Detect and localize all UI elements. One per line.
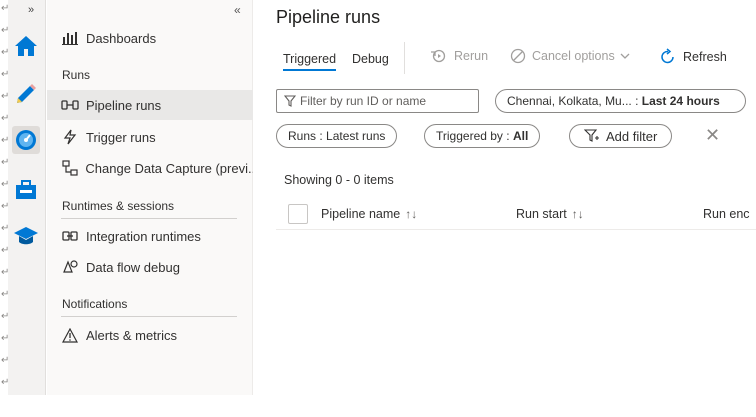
triggered-by-filter-pill[interactable]: Triggered by : All xyxy=(424,124,541,148)
manage-toolbox-icon[interactable] xyxy=(12,176,40,204)
refresh-button[interactable]: Refresh xyxy=(659,48,727,66)
learning-hat-icon[interactable] xyxy=(12,222,40,250)
section-runs: Runs xyxy=(62,68,91,82)
monitor-gauge-icon[interactable] xyxy=(12,126,40,154)
toolbar-separator xyxy=(404,42,405,74)
cancel-options-label: Cancel options xyxy=(532,49,615,63)
expand-rail-icon[interactable]: » xyxy=(28,4,34,16)
tab-debug[interactable]: Debug xyxy=(352,52,389,66)
tab-triggered[interactable]: Triggered xyxy=(283,52,337,71)
sort-arrows-icon: ↑↓ xyxy=(571,207,584,221)
time-filter-pill[interactable]: Chennai, Kolkata, Mu... : Last 24 hours xyxy=(495,89,746,113)
nav-item-dashboards[interactable]: Dashboards xyxy=(47,23,253,53)
add-filter-button[interactable]: Add filter xyxy=(569,124,673,148)
nav-label: Integration runtimes xyxy=(86,228,201,244)
chevron-down-icon xyxy=(620,53,630,60)
collapse-nav-icon[interactable]: « xyxy=(234,3,241,17)
dashboard-bars-icon xyxy=(61,29,79,47)
triggered-by-value: All xyxy=(512,129,529,143)
nav-label: Alerts & metrics xyxy=(86,327,178,343)
home-icon[interactable] xyxy=(12,32,40,60)
add-filter-icon xyxy=(584,129,600,143)
rerun-icon xyxy=(430,48,448,64)
nav-item-alerts-metrics[interactable]: Alerts & metrics xyxy=(47,320,253,350)
rerun-label: Rerun xyxy=(454,49,489,63)
sort-arrows-icon: ↑↓ xyxy=(405,207,418,221)
nav-item-data-flow-debug[interactable]: Data flow debug xyxy=(47,252,253,282)
page-title: Pipeline runs xyxy=(276,7,381,27)
triggered-by-prefix: Triggered by : xyxy=(436,129,510,143)
nav-divider xyxy=(61,316,237,317)
column-label: Pipeline name xyxy=(321,207,401,221)
filter-run-input[interactable] xyxy=(300,94,470,108)
left-nav: « Dashboards Runs Pipeline runs Trigger … xyxy=(47,0,253,395)
column-run-start[interactable]: Run start ↑↓ xyxy=(516,207,584,221)
integration-runtime-icon xyxy=(61,227,79,245)
column-pipeline-name[interactable]: Pipeline name ↑↓ xyxy=(321,207,417,221)
trigger-lightning-icon xyxy=(61,128,79,146)
section-runtimes: Runtimes & sessions xyxy=(62,199,175,213)
time-filter-prefix: Chennai, Kolkata, Mu... : xyxy=(507,94,639,108)
column-label: Run start xyxy=(516,207,567,221)
column-label: Run enc xyxy=(703,207,750,221)
rerun-button[interactable]: Rerun xyxy=(430,48,488,64)
cancel-options-button[interactable]: Cancel options xyxy=(510,48,630,64)
nav-label: Dashboards xyxy=(86,30,157,46)
runs-filter-pill[interactable]: Runs : Latest runs xyxy=(276,124,398,148)
runs-filter-value: Latest runs xyxy=(326,129,386,143)
cancel-circle-icon xyxy=(510,48,526,64)
column-run-end[interactable]: Run enc xyxy=(703,207,750,221)
time-filter-value: Last 24 hours xyxy=(641,94,720,108)
add-filter-label: Add filter xyxy=(606,128,658,144)
nav-item-trigger-runs[interactable]: Trigger runs xyxy=(47,122,253,152)
warning-triangle-icon xyxy=(61,326,79,344)
nav-item-integration-runtimes[interactable]: Integration runtimes xyxy=(47,221,253,251)
runs-table-header: Pipeline name ↑↓ Run start ↑↓ Run enc xyxy=(276,200,756,230)
icon-rail: » xyxy=(8,0,46,395)
author-pencil-icon[interactable] xyxy=(12,80,40,108)
select-all-checkbox[interactable] xyxy=(288,204,308,224)
refresh-label: Refresh xyxy=(683,50,727,64)
filter-search-box[interactable] xyxy=(276,89,479,113)
clear-filters-icon[interactable]: ✕ xyxy=(705,125,720,146)
refresh-icon xyxy=(659,48,677,66)
change-data-capture-icon xyxy=(61,159,78,177)
filter-funnel-icon xyxy=(284,95,296,107)
item-count: Showing 0 - 0 items xyxy=(284,173,394,187)
nav-item-pipeline-runs[interactable]: Pipeline runs xyxy=(47,90,253,120)
data-flow-debug-icon xyxy=(61,258,79,276)
section-notifications: Notifications xyxy=(62,297,128,311)
nav-label: Trigger runs xyxy=(86,129,156,145)
main-panel: Pipeline runs Triggered Debug Rerun Canc… xyxy=(254,0,756,395)
nav-item-change-data-capture[interactable]: Change Data Capture (previ... xyxy=(47,153,253,183)
cropped-caption xyxy=(0,395,756,417)
nav-label: Data flow debug xyxy=(86,259,180,275)
nav-label: Change Data Capture (previ... xyxy=(85,160,253,176)
runs-filter-prefix: Runs : xyxy=(288,129,323,143)
nav-label: Pipeline runs xyxy=(86,97,162,113)
pipeline-icon xyxy=(61,96,79,114)
nav-divider xyxy=(61,218,237,219)
